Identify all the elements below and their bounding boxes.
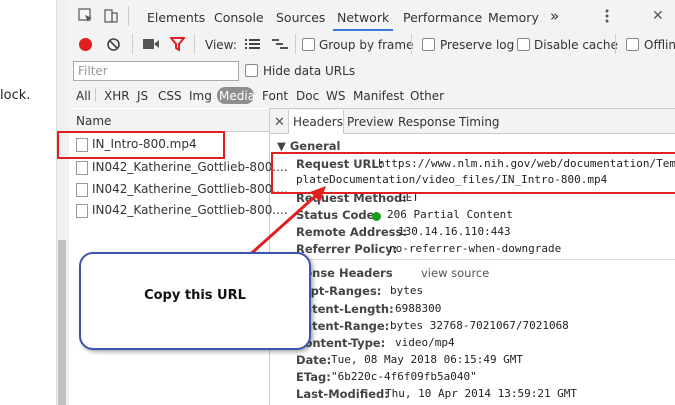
view-source-link[interactable]: view source	[421, 266, 489, 280]
page-text-fragment: lock.	[0, 88, 31, 103]
request-row[interactable]: IN042_Katherine_Gottlieb-800....	[92, 160, 288, 174]
type-filter-doc[interactable]: Doc	[296, 89, 319, 103]
tab-network[interactable]: Network	[337, 10, 389, 25]
type-filter-font[interactable]: Font	[262, 89, 288, 103]
header-key: Last-Modified:	[296, 387, 389, 401]
divider	[128, 6, 129, 26]
page-scrollbar-thumb[interactable]	[58, 240, 66, 405]
offline-label: Offlin	[644, 38, 675, 52]
type-filter-media[interactable]: Media	[219, 89, 255, 103]
name-header-label: Name	[76, 114, 112, 128]
status-ok-icon	[372, 209, 385, 223]
tab-timing[interactable]: Timing	[459, 115, 500, 129]
referrer-policy-value: no-referrer-when-downgrade	[389, 242, 562, 255]
waterfall-view-icon[interactable]	[272, 38, 288, 53]
preserve-log-label: Preserve log	[440, 38, 515, 52]
divider	[295, 34, 296, 54]
filter-icon[interactable]	[168, 37, 187, 54]
status-code-value: 206 Partial Content	[387, 208, 513, 221]
divider	[194, 34, 195, 54]
type-filter-css[interactable]: CSS	[158, 89, 182, 103]
group-by-frame-label: Group by frame	[319, 38, 414, 52]
disable-cache-checkbox[interactable]	[517, 38, 530, 51]
more-options-icon[interactable]	[604, 8, 610, 27]
more-tabs-button[interactable]: »	[550, 7, 559, 25]
tab-elements[interactable]: Elements	[147, 10, 205, 25]
hide-data-urls-checkbox[interactable]	[245, 64, 258, 77]
tab-headers[interactable]: Headers	[293, 115, 343, 129]
close-devtools-button[interactable]: ✕	[652, 8, 664, 24]
divider	[411, 34, 412, 54]
remote-address-value: 130.14.16.110:443	[398, 225, 511, 238]
header-value: Tue, 08 May 2018 06:15:49 GMT	[331, 353, 524, 366]
group-by-frame-checkbox[interactable]	[302, 38, 315, 51]
type-filter-manifest[interactable]: Manifest	[353, 89, 404, 103]
view-label: View:	[205, 38, 237, 52]
header-value: bytes 32768-7021067/7021068	[390, 319, 569, 332]
file-icon	[76, 204, 88, 218]
tab-sources[interactable]: Sources	[276, 10, 325, 25]
header-value: "6b220c-4f6f09fb5a040"	[331, 370, 477, 383]
tab-performance[interactable]: Performance	[403, 10, 482, 25]
header-value: video/mp4	[395, 336, 455, 349]
header-key: ETag:	[296, 370, 331, 384]
record-icon[interactable]	[79, 38, 92, 51]
capture-screenshots-icon[interactable]	[143, 38, 159, 53]
device-toolbar-icon[interactable]	[103, 8, 119, 27]
filter-input[interactable]: Filter	[73, 61, 239, 81]
active-tab-indicator	[333, 29, 393, 31]
type-filter-all[interactable]: All	[76, 89, 91, 103]
file-icon	[76, 183, 88, 197]
type-filter-js[interactable]: JS	[137, 89, 148, 103]
divider	[132, 34, 133, 54]
header-value: Thu, 10 Apr 2014 13:59:21 GMT	[385, 387, 578, 400]
hide-data-urls-label: Hide data URLs	[263, 64, 356, 78]
type-filter-other[interactable]: Other	[410, 89, 444, 103]
type-filter-ws[interactable]: WS	[326, 89, 345, 103]
inspect-element-icon[interactable]	[78, 8, 94, 27]
tab-preview[interactable]: Preview	[347, 115, 394, 129]
file-icon	[76, 161, 88, 175]
offline-checkbox[interactable]	[626, 38, 639, 51]
callout-text: Copy this URL	[144, 288, 246, 303]
header-value: 6988300	[395, 302, 442, 315]
general-section-header[interactable]: ▼ General	[277, 139, 340, 153]
type-filter-xhr[interactable]: XHR	[104, 89, 130, 103]
large-rows-icon[interactable]	[245, 38, 260, 53]
webpage-area	[0, 0, 55, 405]
tab-memory[interactable]: Memory	[488, 10, 539, 25]
divider	[615, 34, 616, 54]
tab-response[interactable]: Response	[398, 115, 456, 129]
type-filter-img[interactable]: Img	[189, 89, 212, 103]
header-key: Date:	[296, 353, 332, 367]
divider	[95, 88, 96, 102]
tab-console[interactable]: Console	[214, 10, 264, 25]
close-detail-button[interactable]: ✕	[274, 115, 285, 130]
preserve-log-checkbox[interactable]	[422, 38, 435, 51]
header-value: bytes	[390, 284, 424, 297]
annotation-box-filename	[57, 131, 225, 159]
clear-icon[interactable]	[106, 37, 121, 55]
disable-cache-label: Disable cache	[534, 38, 618, 52]
